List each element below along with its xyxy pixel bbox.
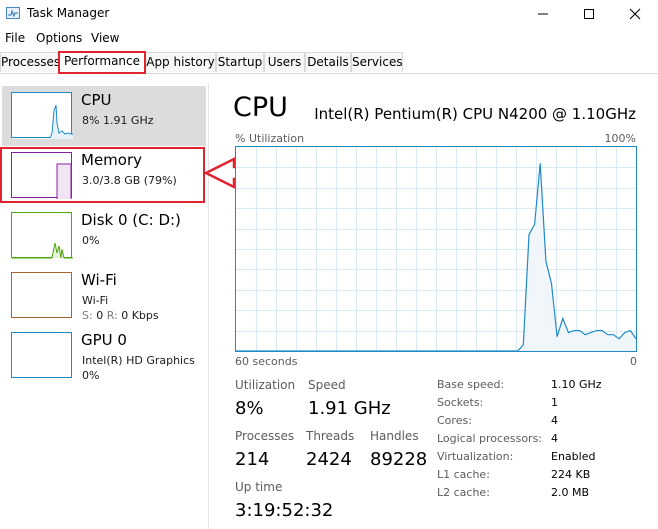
spec-label: Virtualization: <box>437 450 514 463</box>
gpu-thumbnail-graph <box>11 332 72 378</box>
uptime-value: 3:19:52:32 <box>235 500 334 521</box>
sidebar-item-label: Disk 0 (C: D:) <box>81 211 181 229</box>
page-title: CPU <box>233 92 288 123</box>
sidebar-item-label: CPU <box>81 91 112 109</box>
spec-value: Enabled <box>551 450 596 463</box>
sidebar-item-detail: Wi-Fi <box>82 294 109 307</box>
spec-label: L1 cache: <box>437 468 490 481</box>
utilization-value: 8% <box>235 398 264 419</box>
handles-value: 89228 <box>370 449 428 470</box>
sidebar-item-gpu[interactable]: GPU 0 Intel(R) HD Graphics 0% <box>2 326 206 386</box>
receive-label: R: <box>106 309 118 322</box>
tab-details[interactable]: Details <box>305 52 351 72</box>
spec-label: Base speed: <box>437 378 505 391</box>
utilization-label: Utilization <box>235 378 296 392</box>
tab-services[interactable]: Services <box>351 52 403 72</box>
spec-value: 4 <box>551 432 558 445</box>
performance-tab-highlight <box>58 51 146 74</box>
tab-startup[interactable]: Startup <box>216 52 264 72</box>
sidebar-item-detail: Intel(R) HD Graphics <box>82 354 195 367</box>
menu-view[interactable]: View <box>91 31 119 45</box>
sidebar-item-label: Wi-Fi <box>81 271 117 289</box>
processes-label: Processes <box>235 429 295 443</box>
uptime-label: Up time <box>235 480 283 494</box>
graph-y-max-label: 100% <box>604 132 636 145</box>
speed-label: Speed <box>308 378 346 392</box>
sidebar-item-disk[interactable]: Disk 0 (C: D:) 0% <box>2 206 206 266</box>
processes-value: 214 <box>235 449 270 470</box>
maximize-button[interactable] <box>566 0 612 28</box>
spec-value: 1.10 GHz <box>551 378 602 391</box>
spec-value: 224 KB <box>551 468 591 481</box>
spec-label: L2 cache: <box>437 486 490 499</box>
title-bar: Task Manager <box>0 0 658 28</box>
wifi-thumbnail-graph <box>11 272 72 318</box>
sidebar-item-wifi[interactable]: Wi-Fi Wi-Fi S: 0 R: 0 Kbps <box>2 266 206 326</box>
send-value: 0 <box>96 309 104 322</box>
spec-label: Logical processors: <box>437 432 543 445</box>
handles-label: Handles <box>370 429 419 443</box>
sidebar-item-detail: 0% <box>82 234 100 247</box>
sidebar-item-label: GPU 0 <box>81 331 127 349</box>
cpu-thumbnail-graph <box>11 92 73 139</box>
minimize-button[interactable] <box>520 0 566 28</box>
send-label: S: <box>82 309 93 322</box>
graph-x-axis-label: 60 seconds <box>235 355 298 368</box>
graph-y-min-label: 0 <box>630 355 637 368</box>
threads-label: Threads <box>306 429 355 443</box>
task-manager-app-icon <box>6 7 20 19</box>
spec-value: 2.0 MB <box>551 486 590 499</box>
graph-y-axis-label: % Utilization <box>235 132 305 145</box>
speed-value: 1.91 GHz <box>308 398 391 419</box>
spec-value: 4 <box>551 414 558 427</box>
cpu-utilization-chart <box>236 147 637 352</box>
receive-value: 0 Kbps <box>121 309 159 322</box>
menu-file[interactable]: File <box>5 31 25 45</box>
tab-app-history[interactable]: App history <box>145 52 216 72</box>
sidebar-item-cpu[interactable]: CPU 8% 1.91 GHz <box>2 86 206 146</box>
tab-processes[interactable]: Processes <box>0 52 60 72</box>
memory-item-highlight <box>0 147 205 203</box>
sidebar-item-throughput: S: 0 R: 0 Kbps <box>82 309 159 322</box>
sidebar-item-usage: 0% <box>82 369 100 382</box>
tab-users[interactable]: Users <box>264 52 305 72</box>
spec-value: 1 <box>551 396 558 409</box>
disk-thumbnail-graph <box>11 212 73 259</box>
cpu-utilization-graph <box>235 146 637 352</box>
menu-options[interactable]: Options <box>36 31 82 45</box>
window-title: Task Manager <box>27 6 110 20</box>
cpu-model-name: Intel(R) Pentium(R) CPU N4200 @ 1.10GHz <box>314 105 636 123</box>
spec-label: Cores: <box>437 414 472 427</box>
sidebar-item-detail: 8% 1.91 GHz <box>82 114 154 127</box>
threads-value: 2424 <box>306 449 352 470</box>
close-button[interactable] <box>612 0 658 28</box>
spec-label: Sockets: <box>437 396 484 409</box>
